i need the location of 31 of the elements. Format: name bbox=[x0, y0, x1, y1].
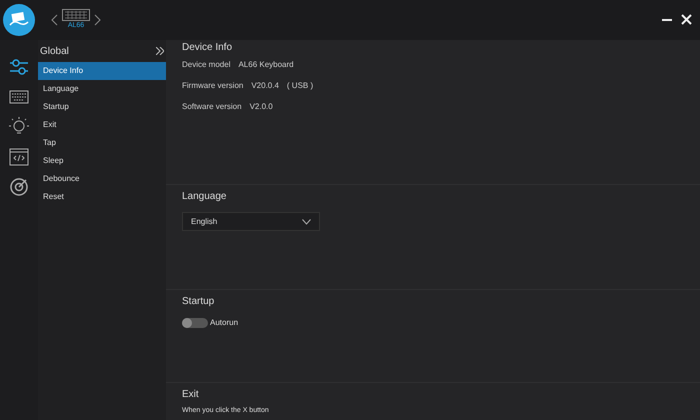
sidebar-item[interactable]: Tap bbox=[38, 134, 166, 152]
sidebar-title: Global bbox=[40, 44, 69, 58]
sidebar-item[interactable]: Device Info bbox=[38, 62, 166, 80]
previous-arrow-icon[interactable] bbox=[50, 12, 58, 28]
info-note: ( USB ) bbox=[286, 80, 314, 92]
autorun-label: Autorun bbox=[210, 317, 238, 329]
sidebar-item[interactable]: Debounce bbox=[38, 170, 166, 188]
chevron-down-icon bbox=[302, 218, 311, 224]
code-window-icon[interactable] bbox=[8, 146, 30, 168]
collapse-icon[interactable] bbox=[156, 47, 164, 55]
section-title: Exit bbox=[182, 388, 200, 402]
sidebar-item[interactable]: Language bbox=[38, 80, 166, 98]
section-title: Startup bbox=[182, 295, 216, 309]
keyboard-icon bbox=[62, 8, 90, 21]
sidebar-item[interactable]: Startup bbox=[38, 98, 166, 116]
language-dropdown[interactable]: English bbox=[182, 212, 320, 231]
next-arrow-icon[interactable] bbox=[94, 12, 102, 28]
section-title: Device Info bbox=[182, 41, 234, 55]
section-title: Language bbox=[182, 190, 228, 204]
info-label: Software version bbox=[182, 101, 242, 113]
target-icon[interactable] bbox=[8, 176, 30, 198]
sidebar-item[interactable]: Exit bbox=[38, 116, 166, 134]
app-logo bbox=[3, 4, 35, 36]
info-label: Firmware version bbox=[182, 80, 244, 92]
autorun-toggle[interactable] bbox=[182, 318, 208, 328]
sidebar-item[interactable]: Reset bbox=[38, 188, 166, 206]
info-value: V2.0.0 bbox=[250, 101, 273, 113]
info-value: AL66 Keyboard bbox=[238, 59, 294, 71]
sidebar-item[interactable]: Sleep bbox=[38, 152, 166, 170]
info-label: Device model bbox=[182, 59, 230, 71]
info-value: V20.0.4 bbox=[251, 80, 279, 92]
